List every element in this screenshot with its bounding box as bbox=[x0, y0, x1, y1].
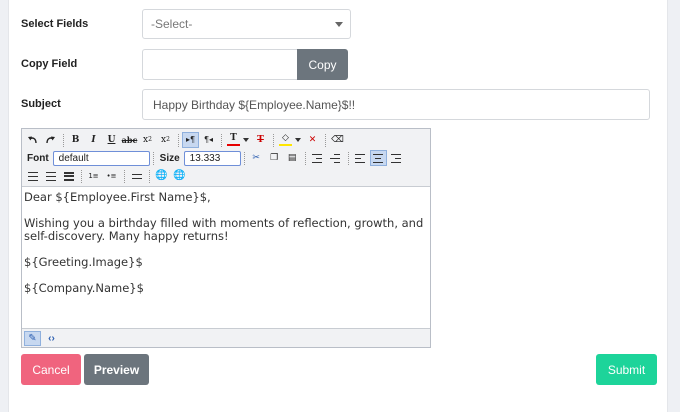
rtl-icon[interactable]: ¶◂ bbox=[200, 132, 217, 148]
submit-button[interactable]: Submit bbox=[596, 354, 657, 385]
align-right-icon[interactable] bbox=[388, 150, 405, 166]
html-mode-icon[interactable]: ‹› bbox=[43, 331, 60, 346]
toolbar-separator bbox=[152, 151, 154, 165]
text-color-icon[interactable]: T bbox=[225, 132, 242, 148]
strikethrough-icon[interactable]: abc bbox=[121, 132, 138, 148]
content-line: Wishing you a birthday filled with momen… bbox=[24, 216, 424, 243]
align-justify-icon[interactable] bbox=[24, 168, 41, 184]
content-line: Dear ${Employee.First Name}$, bbox=[24, 190, 211, 204]
toolbar-separator bbox=[149, 169, 150, 183]
design-mode-icon[interactable]: ✎ bbox=[24, 330, 41, 346]
preview-button[interactable]: Preview bbox=[84, 354, 149, 385]
font-input[interactable]: default bbox=[52, 150, 150, 166]
horizontal-rule-icon[interactable] bbox=[128, 168, 145, 184]
ltr-icon[interactable]: ▸¶ bbox=[182, 132, 199, 148]
chevron-down-icon[interactable] bbox=[243, 138, 249, 142]
editor-content[interactable]: Dear ${Employee.First Name}$, Wishing yo… bbox=[24, 191, 428, 308]
toolbar-separator bbox=[273, 133, 274, 147]
select-fields-label: Select Fields bbox=[21, 18, 89, 30]
editor-mode-bar: ✎ ‹› bbox=[22, 328, 430, 347]
justify-full-icon[interactable] bbox=[42, 168, 59, 184]
unlink-icon[interactable]: 🌐 bbox=[171, 168, 188, 184]
content-line: ${Company.Name}$ bbox=[24, 281, 144, 295]
editor-toolbar: B I U abc x2 x2 ▸¶ ¶◂ T T ◇ ✕ ⌫ Font def… bbox=[22, 129, 430, 187]
italic-icon[interactable]: I bbox=[85, 132, 102, 148]
superscript-icon[interactable]: x2 bbox=[157, 132, 174, 148]
remove-text-color-icon[interactable]: T bbox=[252, 132, 269, 148]
copy-button[interactable]: Copy bbox=[297, 49, 348, 80]
eraser-icon[interactable]: ⌫ bbox=[329, 132, 346, 148]
toolbar-separator bbox=[304, 151, 306, 165]
paste-icon[interactable]: ▤ bbox=[284, 150, 301, 166]
toolbar-separator bbox=[243, 151, 245, 165]
select-value: -Select- bbox=[151, 17, 193, 31]
subject-label: Subject bbox=[21, 98, 61, 110]
undo-icon[interactable] bbox=[24, 132, 41, 148]
copy-icon[interactable]: ❐ bbox=[266, 150, 283, 166]
unordered-list-icon[interactable]: •≡ bbox=[103, 168, 120, 184]
content-line: ${Greeting.Image}$ bbox=[24, 255, 143, 269]
toolbar-separator bbox=[347, 151, 349, 165]
remove-highlight-icon[interactable]: ✕ bbox=[304, 132, 321, 148]
size-input[interactable]: 13.333 bbox=[183, 150, 241, 166]
select-fields-dropdown[interactable]: -Select- bbox=[142, 9, 351, 39]
rich-text-editor: B I U abc x2 x2 ▸¶ ¶◂ T T ◇ ✕ ⌫ Font def… bbox=[21, 128, 431, 348]
toolbar-separator bbox=[221, 133, 222, 147]
link-icon[interactable]: 🌐 bbox=[153, 168, 170, 184]
toolbar-separator bbox=[81, 169, 82, 183]
chevron-down-icon[interactable] bbox=[295, 138, 301, 142]
subject-input[interactable] bbox=[142, 89, 650, 120]
redo-icon[interactable] bbox=[42, 132, 59, 148]
toolbar-separator bbox=[325, 133, 326, 147]
copy-field-input[interactable] bbox=[142, 49, 298, 80]
outdent-icon[interactable] bbox=[327, 150, 344, 166]
highlight-color-icon[interactable]: ◇ bbox=[277, 132, 294, 148]
font-label: Font bbox=[27, 152, 49, 164]
align-left-icon[interactable] bbox=[352, 150, 369, 166]
cancel-button[interactable]: Cancel bbox=[21, 354, 81, 385]
subscript-icon[interactable]: x2 bbox=[139, 132, 156, 148]
align-center-icon[interactable] bbox=[369, 150, 387, 166]
toolbar-separator bbox=[63, 133, 64, 147]
underline-icon[interactable]: U bbox=[103, 132, 120, 148]
indent-icon[interactable] bbox=[309, 150, 326, 166]
bold-icon[interactable]: B bbox=[67, 132, 84, 148]
cut-icon[interactable]: ✂ bbox=[248, 150, 265, 166]
ordered-list-icon[interactable]: 1≡ bbox=[85, 168, 102, 184]
size-label: Size bbox=[159, 152, 180, 164]
chevron-down-icon bbox=[335, 22, 343, 27]
toolbar-separator bbox=[124, 169, 125, 183]
toolbar-separator bbox=[178, 133, 179, 147]
block-quote-icon[interactable] bbox=[60, 168, 77, 184]
copy-field-label: Copy Field bbox=[21, 58, 78, 70]
